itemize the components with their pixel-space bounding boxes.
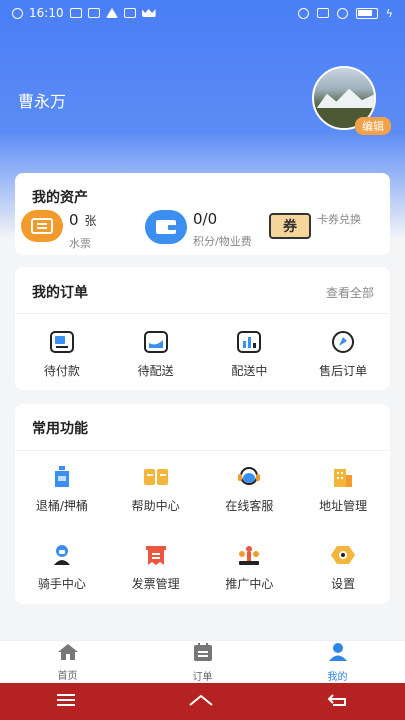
function-online-service-label: 在线客服: [225, 499, 274, 513]
tab-orders[interactable]: 订单: [135, 641, 270, 683]
order-delivering-label: 配送中: [231, 364, 268, 378]
functions-title: 常用功能: [32, 421, 88, 437]
home-icon: [57, 643, 79, 665]
function-return-bucket[interactable]: 退桶/押桶: [15, 464, 109, 514]
function-promotion-center[interactable]: 推广中心: [203, 542, 297, 592]
user-name: 曹永万: [18, 92, 67, 111]
bottom-tab-bar: 首页 订单 我的: [0, 640, 405, 683]
function-invoice-manage-label: 发票管理: [131, 577, 180, 591]
water-bucket-icon: [48, 464, 76, 490]
delivering-icon: [235, 329, 263, 355]
function-help-center[interactable]: 帮助中心: [109, 464, 203, 514]
back-icon[interactable]: [327, 692, 349, 711]
water-ticket-count: 0: [69, 211, 79, 229]
menu-icon[interactable]: [56, 692, 76, 711]
function-invoice-manage[interactable]: 发票管理: [109, 542, 203, 592]
coupon-exchange-label: 卡券兑换: [317, 213, 361, 226]
wallet-icon: [145, 210, 187, 244]
orders-calendar-icon: [193, 642, 213, 666]
coupon-exchange-item[interactable]: 券 卡券兑换: [269, 213, 361, 239]
edit-profile-button[interactable]: 编辑: [355, 117, 391, 135]
battery-icon: [355, 7, 378, 19]
order-pending-delivery-label: 待配送: [137, 364, 174, 378]
points-value: 0/0: [193, 210, 218, 228]
tab-me-label: 我的: [327, 671, 348, 683]
orders-card: 我的订单 查看全部 待付款 待配送 配送中 售后订单: [15, 267, 390, 390]
me-person-icon: [328, 642, 348, 666]
pending-delivery-icon: [142, 329, 170, 355]
status-bar: 16:10 ϟ: [0, 0, 405, 26]
promotion-icon: [235, 542, 263, 568]
order-delivering[interactable]: 配送中: [203, 329, 297, 379]
app-icon: [123, 8, 136, 18]
settings-gear-icon: [329, 542, 357, 568]
customer-service-icon: [235, 464, 263, 490]
view-all-orders-link[interactable]: 查看全部: [326, 284, 374, 301]
rider-icon: [48, 542, 76, 568]
orders-divider: [15, 313, 390, 314]
points-item[interactable]: 0/0 积分/物业费: [145, 210, 252, 249]
function-settings-label: 设置: [331, 577, 356, 591]
assets-title: 我的资产: [32, 190, 88, 206]
crown-icon: [141, 9, 156, 17]
home-nav-icon[interactable]: [188, 692, 214, 711]
function-rider-center-label: 骑手中心: [37, 577, 86, 591]
function-address-manage[interactable]: 地址管理: [296, 464, 390, 514]
invoice-icon: [142, 542, 170, 568]
functions-card: 常用功能 退桶/押桶 帮助中心 在线客服 地址管理 骑手中心 发票管理 推广中心…: [15, 404, 390, 604]
orders-title: 我的订单: [32, 285, 88, 301]
function-rider-center[interactable]: 骑手中心: [15, 542, 109, 592]
assets-card: 我的资产 0张 水票 0/0 积分/物业费 券 卡券兑换: [15, 173, 390, 255]
water-ticket-label: 水票: [69, 237, 91, 250]
points-label: 积分/物业费: [193, 235, 252, 248]
message-icon: [69, 8, 82, 18]
vibrate-icon: [316, 8, 329, 18]
coupon-icon: 券: [269, 213, 311, 239]
function-address-manage-label: 地址管理: [319, 499, 368, 513]
charging-icon: ϟ: [385, 6, 393, 20]
water-ticket-item[interactable]: 0张 水票: [21, 210, 97, 251]
function-online-service[interactable]: 在线客服: [203, 464, 297, 514]
bluetooth-icon: [297, 7, 309, 19]
function-help-center-label: 帮助中心: [131, 499, 180, 513]
order-pending-delivery[interactable]: 待配送: [109, 329, 203, 379]
pending-payment-icon: [48, 329, 76, 355]
notification-icon: [87, 8, 100, 18]
functions-divider: [15, 450, 390, 451]
alarm-icon: [12, 7, 23, 19]
tab-home[interactable]: 首页: [0, 641, 135, 683]
order-after-sales[interactable]: 售后订单: [296, 329, 390, 379]
tab-orders-label: 订单: [192, 671, 213, 683]
address-building-icon: [329, 464, 357, 490]
warning-icon: [105, 8, 118, 18]
order-pending-payment-label: 待付款: [43, 364, 80, 378]
status-time: 16:10: [29, 6, 64, 20]
function-return-bucket-label: 退桶/押桶: [35, 499, 88, 513]
help-book-icon: [142, 464, 170, 490]
function-promotion-center-label: 推广中心: [225, 577, 274, 591]
tab-home-label: 首页: [57, 670, 78, 682]
after-sales-icon: [329, 329, 357, 355]
tab-me[interactable]: 我的: [270, 641, 405, 683]
wifi-icon: [336, 7, 348, 19]
water-ticket-unit: 张: [84, 214, 97, 228]
ticket-icon: [21, 210, 63, 242]
order-after-sales-label: 售后订单: [319, 364, 368, 378]
order-pending-payment[interactable]: 待付款: [15, 329, 109, 379]
function-settings[interactable]: 设置: [296, 542, 390, 592]
system-nav-bar: [0, 683, 405, 720]
